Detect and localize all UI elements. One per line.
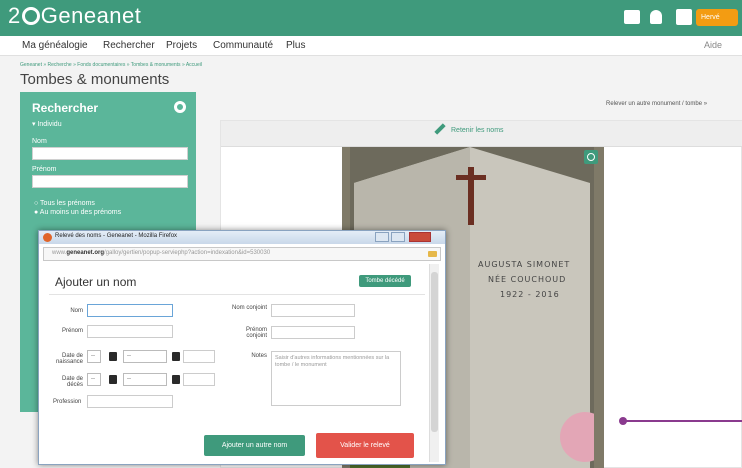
add-another-name-button[interactable]: Ajouter un autre nom (204, 435, 305, 456)
search-prenom-input[interactable] (32, 175, 188, 188)
option-all-firstnames[interactable]: ○ Tous les prénoms (34, 200, 95, 207)
search-nom-input[interactable] (32, 147, 188, 160)
birth-month-select[interactable]: -- (123, 350, 167, 363)
maximize-button[interactable] (391, 232, 405, 242)
option-one-firstname[interactable]: ● Au moins un des prénoms (34, 209, 121, 216)
birth-day-select[interactable]: -- (87, 350, 101, 363)
prenom-input[interactable] (87, 325, 173, 338)
firefox-icon (43, 233, 52, 242)
other-monument-link[interactable]: Relever un autre monument / tombe » (606, 101, 707, 107)
death-day-select[interactable]: -- (87, 373, 101, 386)
add-name-heading: Ajouter un nom (55, 275, 137, 289)
url-bar[interactable]: www.geneanet.org/galloy/gertien/popup-se… (43, 247, 441, 261)
scrollbar-thumb[interactable] (431, 272, 438, 432)
prenom-label: Prénom (32, 166, 57, 173)
popup-window-title: Relevé des noms - Geneanet - Mozilla Fir… (55, 233, 178, 239)
tombe-button[interactable]: Tombe décédé (359, 275, 411, 287)
popup-scrollbar[interactable] (429, 264, 439, 462)
nav-item-communaute[interactable]: Communauté (213, 40, 273, 51)
tombstone-line-1: AUGUSTA SIMONET (478, 260, 571, 269)
death-date-label: Date de décès (61, 376, 83, 388)
url-prefix: www. (52, 250, 67, 256)
spouse-name-label: Nom conjoint (231, 305, 267, 311)
gear-icon[interactable] (174, 101, 186, 113)
user-name: Hervé (701, 14, 720, 21)
url-text: www.geneanet.org/galloy/gertien/popup-se… (52, 250, 270, 256)
pencil-icon (434, 123, 446, 135)
url-domain: geneanet.org (66, 250, 105, 256)
individu-toggle[interactable]: ▾ Individu (32, 120, 62, 128)
zoom-icon[interactable] (584, 150, 598, 164)
option-all-label: Tous les prénoms (40, 200, 95, 207)
validate-button[interactable]: Valider le relevé (316, 433, 414, 458)
logo-text: Geneanet (40, 3, 142, 28)
top-bar: 2 Geneanet Hervé (0, 0, 742, 36)
geneanet-logo[interactable]: 2 Geneanet (8, 3, 141, 29)
popup-divider (49, 294, 425, 295)
profession-input[interactable] (87, 395, 173, 408)
retenir-bar[interactable]: Retenir les noms (221, 121, 742, 147)
popup-window: Relevé des noms - Geneanet - Mozilla Fir… (38, 230, 446, 465)
page: 2 Geneanet Hervé Ma généalogie Rechercher… (0, 0, 742, 468)
popup-titlebar[interactable]: Relevé des noms - Geneanet - Mozilla Fir… (39, 231, 445, 244)
prenom-field-label: Prénom (61, 328, 83, 334)
search-title: Rechercher (32, 101, 99, 115)
birth-year-input[interactable] (183, 350, 215, 363)
birth-date-label: Date de naissance (55, 353, 83, 365)
bell-icon[interactable] (650, 10, 662, 24)
tombstone-line-2: NÉE COUCHOUD (488, 275, 567, 284)
nav-item-genealogie[interactable]: Ma généalogie (22, 40, 88, 51)
mail-icon[interactable] (624, 10, 640, 24)
minimize-button[interactable] (375, 232, 389, 242)
close-button[interactable] (409, 232, 431, 242)
option-one-label: Au moins un des prénoms (39, 209, 122, 216)
nom-label: Nom (32, 138, 47, 145)
logo-ring-icon (21, 7, 40, 25)
nom-field-label: Nom (70, 308, 83, 314)
tombstone-line-3: 1922 - 2016 (500, 290, 560, 299)
nav-item-projets[interactable]: Projets (166, 40, 197, 51)
death-month-select[interactable]: -- (123, 373, 167, 386)
breadcrumb[interactable]: Geneanet » Recherche » Fonds documentair… (20, 62, 202, 68)
nom-input[interactable] (87, 304, 173, 317)
death-year-input[interactable] (183, 373, 215, 386)
spouse-firstname-input[interactable] (271, 326, 355, 339)
logo-prefix: 2 (8, 3, 21, 28)
nav-item-rechercher[interactable]: Rechercher (103, 40, 155, 51)
profession-label: Profession (53, 399, 82, 405)
chevron-down-icon[interactable] (109, 352, 117, 361)
chevron-down-icon[interactable] (172, 375, 180, 384)
bookmark-icon[interactable] (428, 251, 437, 257)
url-path: /galloy/gertien/popup-serviephp?action=i… (104, 250, 271, 256)
main-nav: Ma généalogie Rechercher Projets Communa… (0, 36, 742, 56)
notes-textarea[interactable]: Saisir d'autres informations mentionnées… (271, 351, 401, 406)
spouse-firstname-label: Prénom conjoint (245, 327, 267, 339)
chevron-down-icon[interactable] (109, 375, 117, 384)
nav-item-plus[interactable]: Plus (286, 40, 305, 51)
page-title: Tombes & monuments (20, 71, 170, 88)
retenir-label: Retenir les noms (451, 127, 504, 134)
spouse-name-input[interactable] (271, 304, 355, 317)
chevron-down-icon[interactable] (172, 352, 180, 361)
help-link[interactable]: Aide (704, 40, 722, 50)
callout-line (625, 420, 742, 422)
notes-label: Notes (251, 353, 267, 359)
user-menu-button[interactable]: Hervé (696, 9, 738, 26)
user-icon[interactable] (676, 9, 692, 25)
